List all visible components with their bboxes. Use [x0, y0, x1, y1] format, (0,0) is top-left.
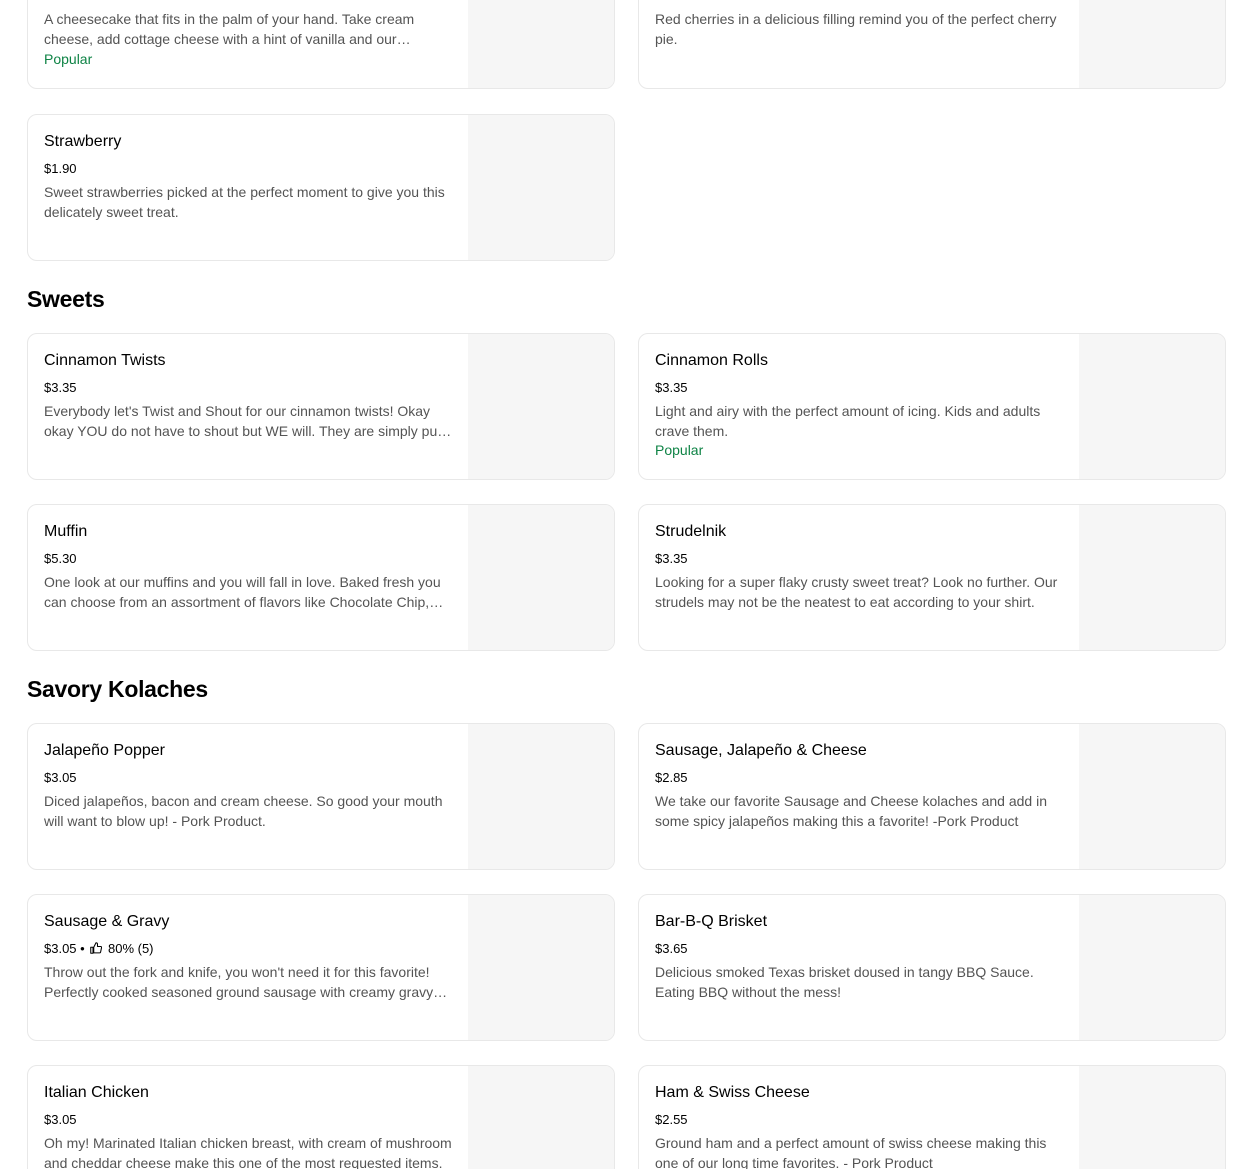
item-description: One look at our muffins and you will fal…: [44, 574, 441, 610]
item-description: Throw out the fork and knife, you won't …: [44, 964, 434, 1000]
item-name: Jalapeño Popper: [44, 742, 165, 759]
item-price: $1.90: [44, 161, 77, 176]
item-image-placeholder: [1079, 895, 1225, 1040]
item-description: Red cherries in a delicious filling remi…: [655, 11, 1057, 47]
item-image-placeholder: [468, 115, 614, 260]
item-name: Muffin: [44, 523, 88, 540]
section-title-sweets: Sweets: [27, 286, 105, 312]
item-image-placeholder: [1079, 0, 1225, 88]
item-name: Cinnamon Twists: [44, 352, 166, 369]
item-image-placeholder: [1079, 724, 1225, 869]
item-image-placeholder: [468, 1066, 614, 1169]
item-price: $2.85: [655, 770, 688, 785]
menu-item-card[interactable]: Italian Chicken $3.05 Oh my! Marinated I…: [27, 1065, 615, 1169]
menu-item-card[interactable]: Sausage, Jalapeño & Cheese $2.85 We take…: [638, 723, 1226, 870]
menu-item-card[interactable]: Strudelnik $3.35 Looking for a super fla…: [638, 504, 1226, 651]
menu-item-card[interactable]: Jalapeño Popper $3.05 Diced jalapeños, b…: [27, 723, 615, 870]
item-description: A cheesecake that fits in the palm of yo…: [44, 11, 415, 47]
item-price: $3.65: [655, 941, 688, 956]
item-price: $3.35: [44, 380, 77, 395]
item-price: $3.35: [655, 551, 688, 566]
item-name: Strudelnik: [655, 523, 727, 540]
item-image-placeholder: [468, 895, 614, 1040]
item-image-placeholder: [468, 505, 614, 650]
item-image-placeholder: [468, 724, 614, 869]
item-description: Sweet strawberries picked at the perfect…: [44, 184, 445, 220]
item-rating: 80% (5): [107, 941, 154, 956]
item-description: Looking for a super flaky crusty sweet t…: [655, 574, 1058, 610]
item-description: Ground ham and a perfect amount of swiss…: [655, 1135, 1047, 1169]
item-name: Sausage & Gravy: [44, 913, 170, 930]
menu-item-card-strawberry[interactable]: Strawberry $1.90 Sweet strawberries pick…: [27, 114, 615, 261]
item-price: $2.55: [655, 1112, 688, 1127]
menu-item-card[interactable]: Bar-B-Q Brisket $3.65 Delicious smoked T…: [638, 894, 1226, 1041]
item-price: $3.35: [655, 380, 688, 395]
item-name: Bar-B-Q Brisket: [655, 913, 768, 930]
item-price-rating: $3.05 • 80% (5): [44, 941, 154, 956]
item-price: $3.05: [44, 770, 77, 785]
menu-item-card[interactable]: Muffin $5.30 One look at our muffins and…: [27, 504, 615, 651]
item-name: Ham & Swiss Cheese: [655, 1084, 810, 1101]
menu-item-card[interactable]: Cinnamon Rolls $3.35 Light and airy with…: [638, 333, 1226, 480]
item-image-placeholder: [1079, 505, 1225, 650]
item-description: We take our favorite Sausage and Cheese …: [655, 793, 1047, 829]
popular-badge: Popular: [655, 442, 704, 458]
item-name: Italian Chicken: [44, 1084, 149, 1101]
item-image-placeholder: [1079, 334, 1225, 479]
thumbs-up-icon: [90, 942, 103, 954]
item-image-placeholder: [468, 334, 614, 479]
menu-item-card-cheesecake[interactable]: A cheesecake that fits in the palm of yo…: [27, 0, 615, 89]
item-price: $3.05: [44, 1112, 77, 1127]
item-image-placeholder: [468, 0, 614, 88]
item-description: Diced jalapeños, bacon and cream cheese.…: [44, 793, 443, 829]
separator-dot: •: [80, 941, 85, 956]
item-price: $3.05: [44, 941, 77, 956]
item-description: Oh my! Marinated Italian chicken breast,…: [44, 1135, 452, 1169]
section-title-savory-kolaches: Savory Kolaches: [27, 676, 208, 702]
popular-badge: Popular: [44, 51, 93, 67]
item-name: Cinnamon Rolls: [655, 352, 768, 369]
menu-item-card[interactable]: Sausage & Gravy $3.05 • 80% (5) Throw ou…: [27, 894, 615, 1041]
menu-item-card-cherry[interactable]: Red cherries in a delicious filling remi…: [638, 0, 1226, 89]
item-image-placeholder: [1079, 1066, 1225, 1169]
item-description: Delicious smoked Texas brisket doused in…: [655, 964, 1034, 1000]
item-name: Sausage, Jalapeño & Cheese: [655, 742, 867, 759]
item-price: $5.30: [44, 551, 77, 566]
item-name: Strawberry: [44, 133, 122, 150]
item-description: Everybody let's Twist and Shout for our …: [44, 403, 450, 439]
item-description: Light and airy with the perfect amount o…: [655, 403, 1041, 439]
menu-item-card[interactable]: Ham & Swiss Cheese $2.55 Ground ham and …: [638, 1065, 1226, 1169]
menu-item-card[interactable]: Cinnamon Twists $3.35 Everybody let's Tw…: [27, 333, 615, 480]
